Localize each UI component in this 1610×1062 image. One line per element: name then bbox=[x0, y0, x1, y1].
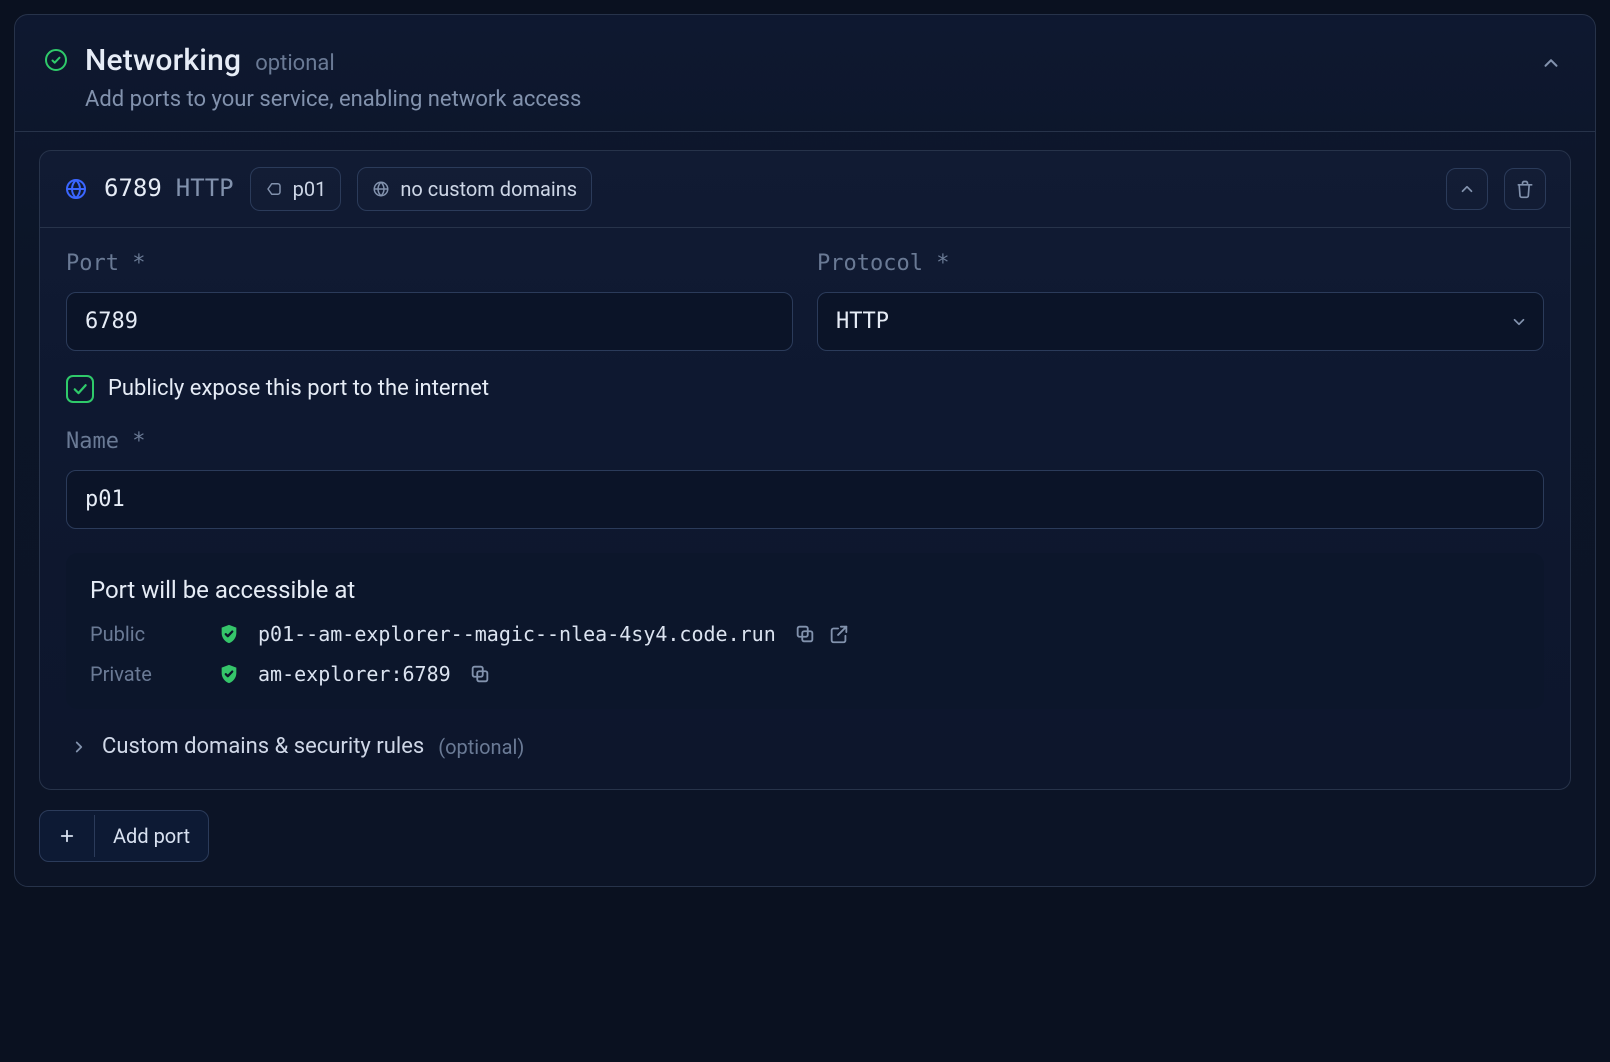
expose-checkbox-label: Publicly expose this port to the interne… bbox=[108, 375, 489, 404]
port-name-tag: p01 bbox=[250, 167, 342, 211]
copy-icon[interactable] bbox=[469, 663, 491, 685]
add-port-label: Add port bbox=[95, 811, 208, 861]
expose-checkbox[interactable] bbox=[66, 375, 94, 403]
port-collapse-button[interactable] bbox=[1446, 168, 1488, 210]
networking-panel: Networking optional Add ports to your se… bbox=[14, 14, 1596, 887]
name-label: Name * bbox=[66, 428, 1544, 457]
custom-domains-toggle[interactable]: Custom domains & security rules (optiona… bbox=[66, 733, 1544, 762]
copy-icon[interactable] bbox=[794, 623, 816, 645]
port-input[interactable] bbox=[66, 292, 793, 351]
access-row-private: Private am-explorer:6789 bbox=[90, 661, 1520, 687]
panel-collapse-toggle[interactable] bbox=[1535, 47, 1567, 79]
protocol-label: Protocol * bbox=[817, 250, 1544, 279]
tag-icon bbox=[265, 180, 283, 198]
port-card: 6789 HTTP p01 no custom domains bbox=[39, 150, 1571, 791]
shield-check-icon bbox=[218, 663, 240, 685]
shield-check-icon bbox=[218, 623, 240, 645]
chevron-down-icon bbox=[1510, 313, 1528, 331]
access-public-url: p01--am-explorer--magic--nlea-4sy4.code.… bbox=[258, 621, 776, 647]
port-card-header: 6789 HTTP p01 no custom domains bbox=[40, 151, 1570, 228]
panel-title: Networking bbox=[85, 41, 241, 80]
external-link-icon[interactable] bbox=[828, 623, 850, 645]
port-number: 6789 bbox=[104, 173, 162, 204]
custom-domains-optional: (optional) bbox=[438, 734, 524, 760]
globe-icon bbox=[64, 177, 88, 201]
access-private-label: Private bbox=[90, 661, 200, 687]
access-title: Port will be accessible at bbox=[90, 575, 1520, 606]
panel-title-optional: optional bbox=[255, 50, 334, 79]
access-panel: Port will be accessible at Public p01--a… bbox=[66, 553, 1544, 708]
port-domain-tag: no custom domains bbox=[357, 167, 592, 211]
port-protocol: HTTP bbox=[176, 173, 234, 204]
panel-header: Networking optional Add ports to your se… bbox=[15, 15, 1595, 132]
custom-domains-label: Custom domains & security rules bbox=[102, 733, 424, 762]
port-delete-button[interactable] bbox=[1504, 168, 1546, 210]
globe-icon bbox=[372, 180, 390, 198]
access-private-url: am-explorer:6789 bbox=[258, 661, 451, 687]
protocol-select[interactable] bbox=[817, 292, 1544, 351]
plus-icon bbox=[40, 815, 95, 857]
name-input[interactable] bbox=[66, 470, 1544, 529]
port-label: Port * bbox=[66, 250, 793, 279]
check-circle-icon bbox=[43, 47, 69, 73]
port-name-tag-label: p01 bbox=[293, 176, 327, 202]
add-port-button[interactable]: Add port bbox=[39, 810, 209, 862]
port-domain-tag-label: no custom domains bbox=[400, 176, 577, 202]
access-public-label: Public bbox=[90, 621, 200, 647]
access-row-public: Public p01--am-explorer--magic--nlea-4sy… bbox=[90, 621, 1520, 647]
expose-checkbox-row[interactable]: Publicly expose this port to the interne… bbox=[66, 375, 1544, 404]
panel-subtitle: Add ports to your service, enabling netw… bbox=[85, 86, 581, 115]
chevron-right-icon bbox=[70, 738, 88, 756]
